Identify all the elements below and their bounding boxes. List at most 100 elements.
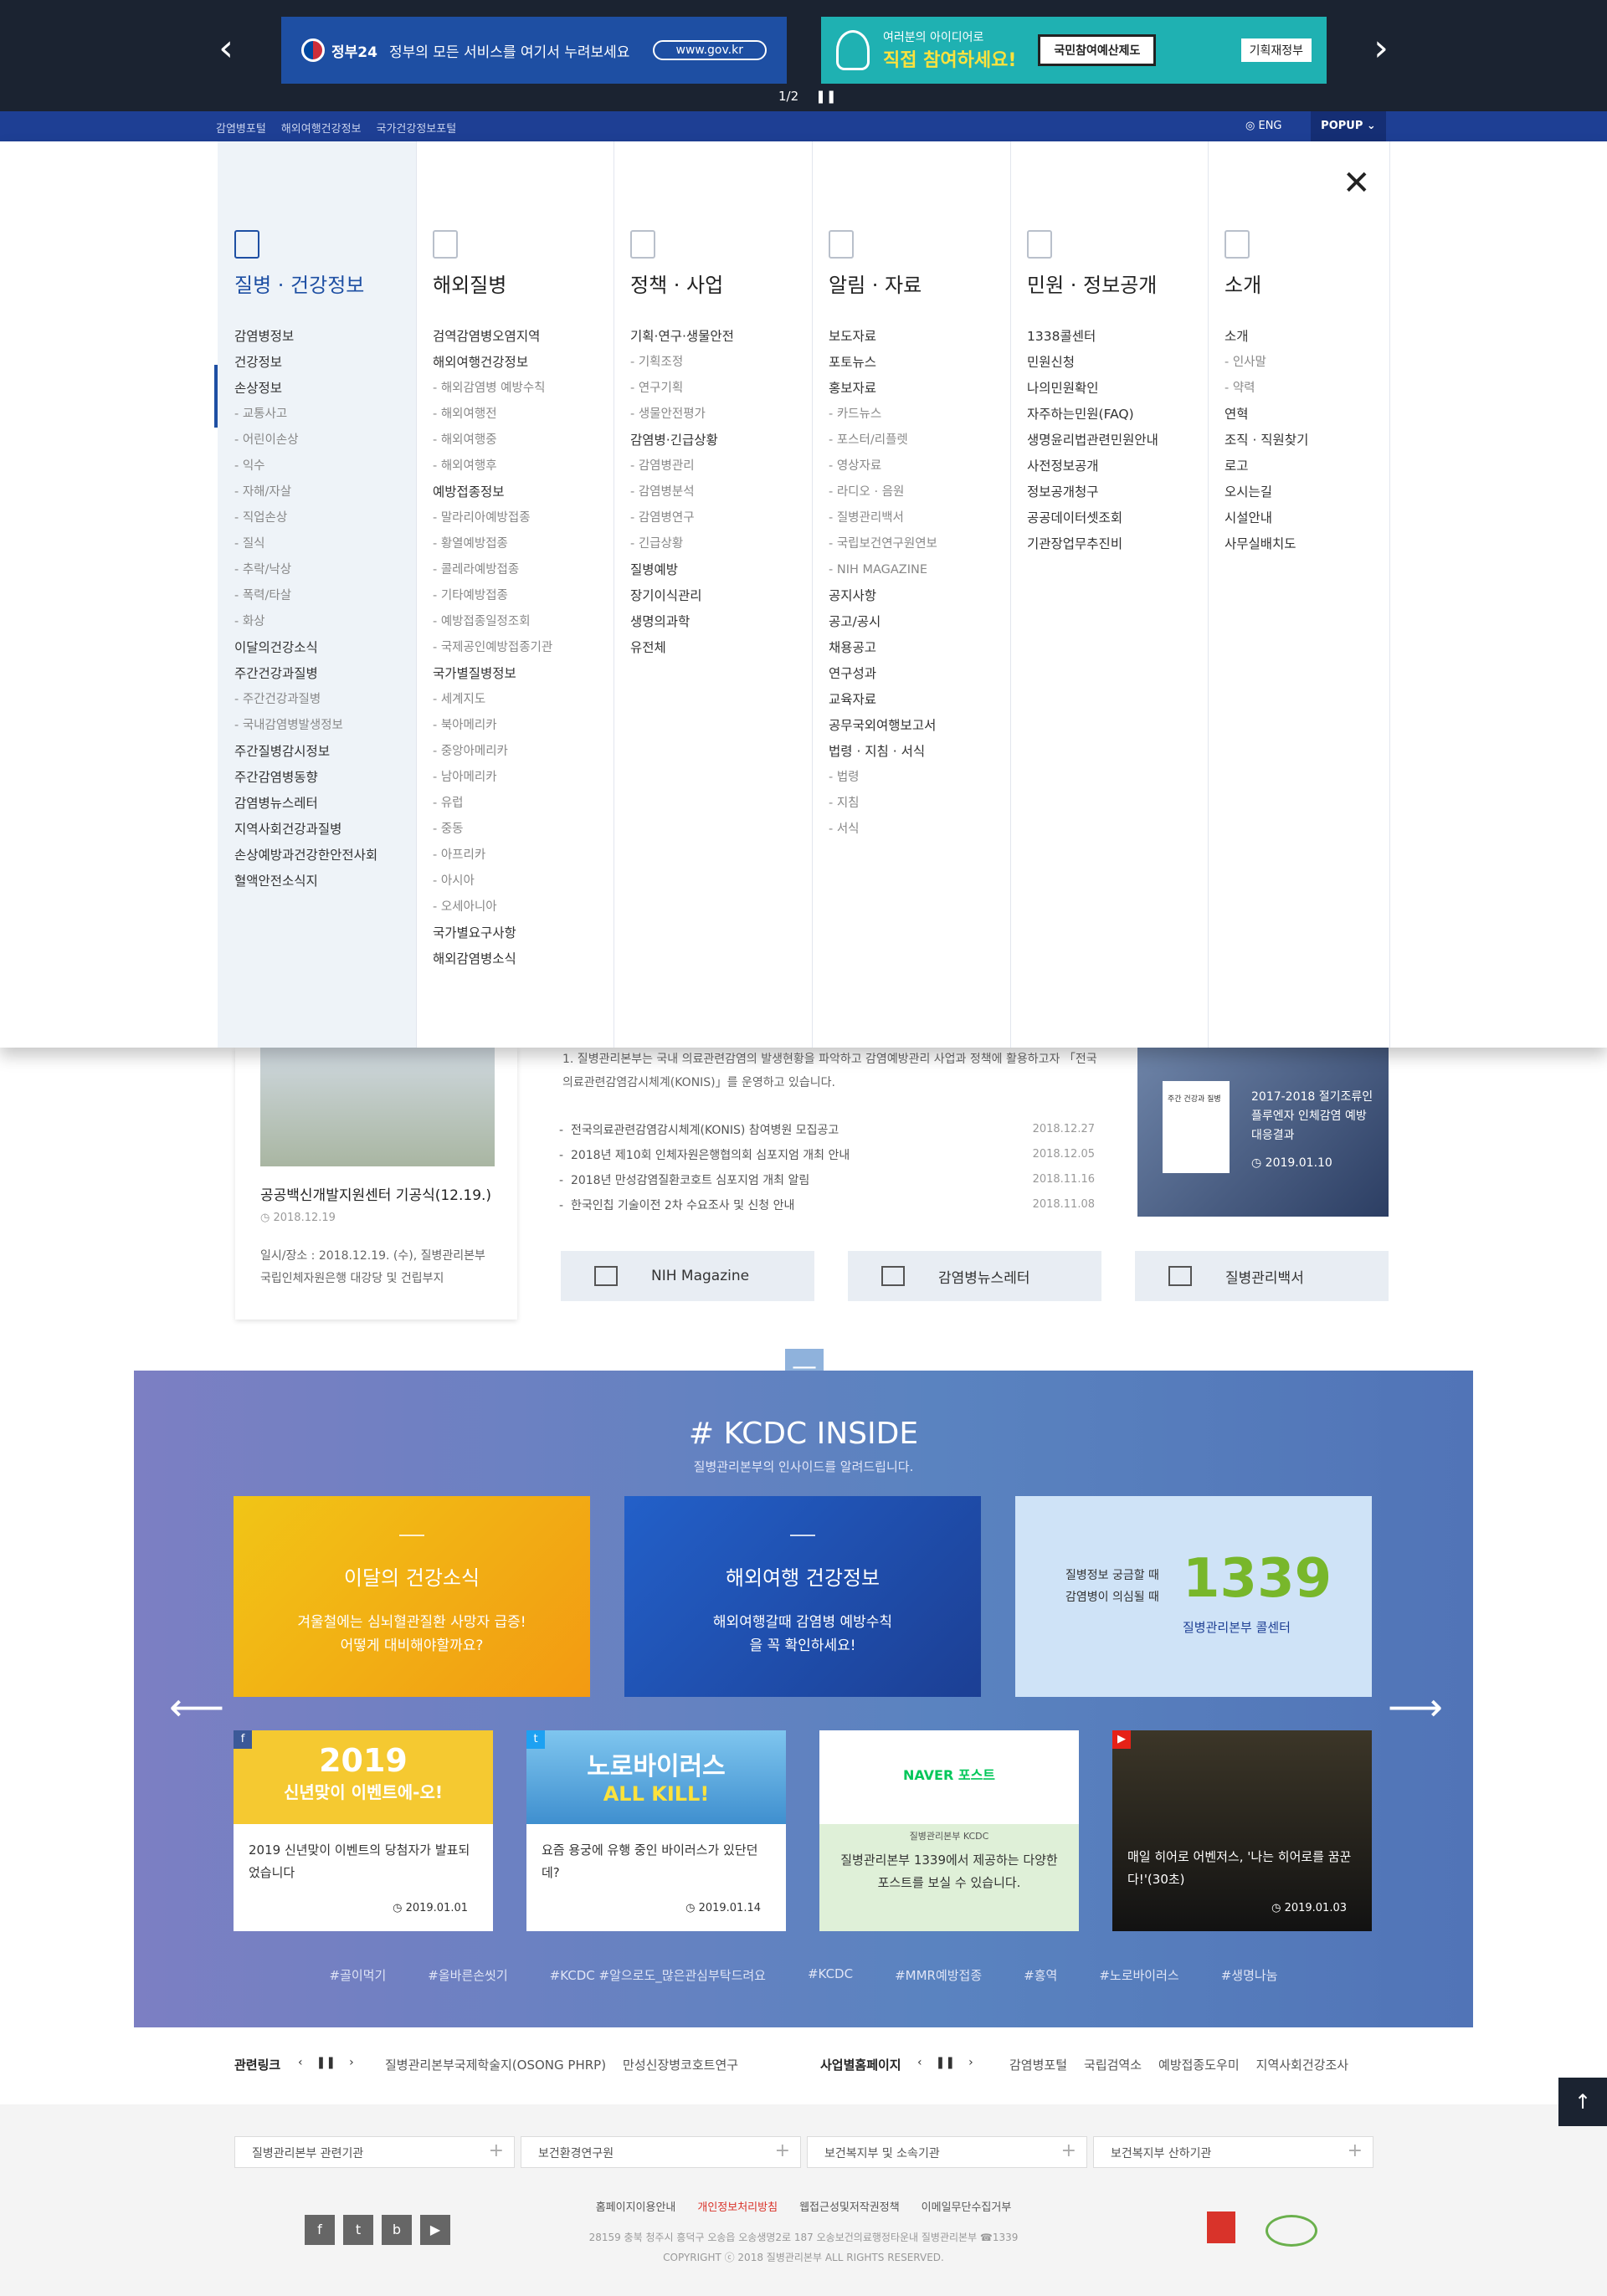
- mega-menu-subitem[interactable]: - 남아메리카: [433, 765, 614, 791]
- mega-menu-subitem[interactable]: - 해외여행후: [433, 454, 614, 479]
- mega-menu-item[interactable]: 주간감염병동향: [234, 765, 416, 791]
- mega-menu-subitem[interactable]: - 세계지도: [433, 687, 614, 713]
- mega-menu-subitem[interactable]: - 주간건강과질병: [234, 687, 416, 713]
- mega-menu-heading[interactable]: 해외질병: [433, 269, 614, 297]
- next-button[interactable]: ›: [968, 2056, 973, 2069]
- banner-slide-budget[interactable]: 여러분의 아이디어로 직접 참여하세요! 국민참여예산제도 기획재정부: [821, 17, 1327, 84]
- hashtag[interactable]: #올바른손씻기: [428, 1966, 507, 1984]
- mega-menu-subitem[interactable]: - 지침: [829, 791, 1010, 817]
- mega-menu-subitem[interactable]: - 교통사고: [234, 402, 416, 428]
- inside-next-arrow[interactable]: ⟶: [1388, 1684, 1443, 1730]
- mega-menu-item[interactable]: 감염병·긴급상황: [630, 428, 812, 454]
- mega-menu-item[interactable]: 사무실배치도: [1225, 531, 1389, 557]
- mega-menu-item[interactable]: 소개: [1225, 324, 1389, 350]
- mega-menu-item[interactable]: 홍보자료: [829, 376, 1010, 402]
- mega-menu-subitem[interactable]: - 자해/자살: [234, 479, 416, 505]
- mega-menu-subitem[interactable]: - 약력: [1225, 376, 1389, 402]
- hashtag[interactable]: #KCDC: [808, 1966, 853, 1984]
- sns-card-facebook[interactable]: 2019 신년맞이 이벤트에-오! f 2019 신년맞이 이벤트의 당첨자가 발…: [234, 1730, 493, 1931]
- scroll-top-button[interactable]: ↑: [1558, 2078, 1607, 2126]
- mega-menu-item[interactable]: 지역사회건강과질병: [234, 817, 416, 843]
- notice-row[interactable]: - 한국인칩 기술이전 2차 수요조사 및 신청 안내 2018.11.08: [559, 1197, 1095, 1222]
- mega-menu-item[interactable]: 감염병정보: [234, 324, 416, 350]
- next-button[interactable]: ›: [349, 2056, 354, 2069]
- mega-menu-subitem[interactable]: - 국내감염병발생정보: [234, 713, 416, 739]
- footer-link[interactable]: 홈페이지이용안내: [596, 2198, 676, 2214]
- footer-site-select[interactable]: 보건환경연구원 +: [521, 2136, 801, 2168]
- footer-site-select[interactable]: 질병관리본부 관련기관 +: [234, 2136, 515, 2168]
- hashtag[interactable]: #홍역: [1024, 1966, 1057, 1984]
- mega-menu-item[interactable]: 장기이식관리: [630, 583, 812, 609]
- mega-menu-subitem[interactable]: - 아프리카: [433, 843, 614, 869]
- mega-menu-subitem[interactable]: - 예방접종일정조회: [433, 609, 614, 635]
- mega-menu-item[interactable]: 생명윤리법관련민원안내: [1027, 428, 1208, 454]
- mega-menu-item[interactable]: 혈액안전소식지: [234, 869, 416, 894]
- mega-menu-subitem[interactable]: - 법령: [829, 765, 1010, 791]
- feature-travel-health[interactable]: 해외여행 건강정보 해외여행갈때 감염병 예방수칙을 꼭 확인하세요!: [624, 1496, 981, 1697]
- banner-pause-button[interactable]: ❚❚: [815, 89, 836, 104]
- mega-menu-subitem[interactable]: - 익수: [234, 454, 416, 479]
- quick-link-newsletter[interactable]: 감염병뉴스레터: [848, 1251, 1101, 1301]
- mega-menu-subitem[interactable]: - 직업손상: [234, 505, 416, 531]
- mega-menu-item[interactable]: 손상예방과건강한안전사회: [234, 843, 416, 869]
- mega-menu-item[interactable]: 예방접종정보: [433, 479, 614, 505]
- mega-menu-heading[interactable]: 민원 · 정보공개: [1027, 269, 1208, 297]
- mega-menu-subitem[interactable]: - 인사말: [1225, 350, 1389, 376]
- mega-menu-item[interactable]: 나의민원확인: [1027, 376, 1208, 402]
- mega-menu-subitem[interactable]: - 생물안전평가: [630, 402, 812, 428]
- hashtag[interactable]: #생명나눔: [1221, 1966, 1278, 1984]
- mega-menu-item[interactable]: 보도자료: [829, 324, 1010, 350]
- notice-row[interactable]: - 전국의료관련감염감시체계(KONIS) 참여병원 모집공고 2018.12.2…: [559, 1121, 1095, 1146]
- mega-menu-subitem[interactable]: - 해외감염병 예방수칙: [433, 376, 614, 402]
- notice-row[interactable]: - 2018년 제10회 인체자원은행협의회 심포지엄 개최 안내 2018.12…: [559, 1146, 1095, 1171]
- mega-menu-subitem[interactable]: - 국제공인예방접종기관: [433, 635, 614, 661]
- mega-menu-item[interactable]: 건강정보: [234, 350, 416, 376]
- feature-health-news[interactable]: 이달의 건강소식 겨울철에는 심뇌혈관질환 사망자 급증! 어떻게 대비해야할까…: [234, 1496, 590, 1697]
- hashtag[interactable]: #골이먹기: [330, 1966, 387, 1984]
- mega-menu-item[interactable]: 생명의과학: [630, 609, 812, 635]
- mega-menu-item[interactable]: 교육자료: [829, 687, 1010, 713]
- mega-menu-subitem[interactable]: - 해외여행전: [433, 402, 614, 428]
- mega-menu-item[interactable]: 주간건강과질병: [234, 661, 416, 687]
- business-link[interactable]: 국립검역소: [1084, 2056, 1142, 2073]
- prev-button[interactable]: ‹: [917, 2056, 922, 2069]
- mega-menu-subitem[interactable]: - 어린이손상: [234, 428, 416, 454]
- mega-menu-subitem[interactable]: - 해외여행중: [433, 428, 614, 454]
- mega-menu-heading[interactable]: 소개: [1225, 269, 1389, 297]
- hashtag[interactable]: #노로바이러스: [1099, 1966, 1178, 1984]
- business-link[interactable]: 감염병포털: [1009, 2056, 1067, 2073]
- popup-button[interactable]: POPUP ⌄: [1311, 111, 1386, 141]
- mega-menu-item[interactable]: 감염병뉴스레터: [234, 791, 416, 817]
- mega-menu-item[interactable]: 조직 · 직원찾기: [1225, 428, 1389, 454]
- mega-menu-item[interactable]: 채용공고: [829, 635, 1010, 661]
- utility-link[interactable]: 감염병포털: [216, 120, 266, 136]
- mega-menu-item[interactable]: 해외여행건강정보: [433, 350, 614, 376]
- footer-link[interactable]: 이메일무단수집거부: [922, 2198, 1012, 2214]
- mega-menu-item[interactable]: 공무국외여행보고서: [829, 713, 1010, 739]
- mega-menu-subitem[interactable]: - 화상: [234, 609, 416, 635]
- mega-menu-subitem[interactable]: - 유럽: [433, 791, 614, 817]
- inside-prev-arrow[interactable]: ⟵: [169, 1684, 224, 1730]
- footer-site-select[interactable]: 보건복지부 및 소속기관 +: [807, 2136, 1087, 2168]
- mega-menu-subitem[interactable]: - 카드뉴스: [829, 402, 1010, 428]
- quick-link-nih-magazine[interactable]: NIH Magazine: [561, 1251, 814, 1301]
- pause-button[interactable]: ❚❚: [936, 2056, 955, 2069]
- related-link[interactable]: 만성신장병코호트연구: [623, 2056, 738, 2073]
- footer-link-privacy[interactable]: 개인정보처리방침: [697, 2198, 778, 2214]
- mega-menu-item[interactable]: 이달의건강소식: [234, 635, 416, 661]
- footer-site-select[interactable]: 보건복지부 산하기관 +: [1093, 2136, 1373, 2168]
- mega-menu-item[interactable]: 기획·연구·생물안전: [630, 324, 812, 350]
- utility-link[interactable]: 국가건강정보포털: [377, 120, 457, 136]
- mega-menu-item[interactable]: 포토뉴스: [829, 350, 1010, 376]
- mega-menu-item[interactable]: 연혁: [1225, 402, 1389, 428]
- mega-menu-subitem[interactable]: - 콜레라예방접종: [433, 557, 614, 583]
- mega-menu-item[interactable]: 오시는길: [1225, 479, 1389, 505]
- mega-menu-item[interactable]: 연구성과: [829, 661, 1010, 687]
- mega-menu-heading[interactable]: 알림 · 자료: [829, 269, 1010, 297]
- footer-link[interactable]: 웹접근성및저작권정책: [799, 2198, 900, 2214]
- language-link[interactable]: ◎ ENG: [1245, 120, 1282, 132]
- business-link[interactable]: 예방접종도우미: [1158, 2056, 1240, 2073]
- mega-menu-item[interactable]: 유전체: [630, 635, 812, 661]
- mega-menu-subitem[interactable]: - 감염병분석: [630, 479, 812, 505]
- sns-card-youtube[interactable]: ▶ 매일 히어로 어벤저스, '나는 히어로를 꿈꾼다!'(30초) ◷ 201…: [1112, 1730, 1372, 1931]
